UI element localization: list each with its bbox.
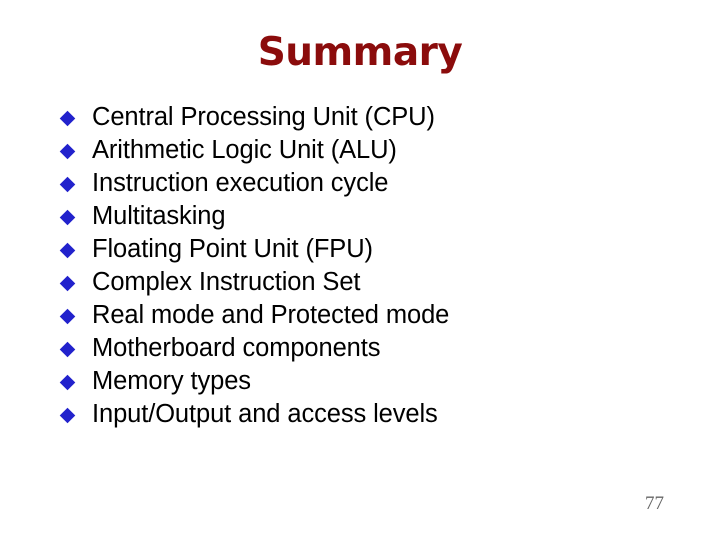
list-item: Memory types [59,365,660,398]
list-item-label: Memory types [92,367,251,395]
list-item: Complex Instruction Set [59,266,660,299]
diamond-bullet-icon [59,341,76,357]
slide-title: Summary [257,30,463,75]
diamond-bullet-icon [59,110,76,126]
list-item-label: Complex Instruction Set [92,268,361,296]
list-item-label: Instruction execution cycle [92,169,389,197]
list-item: Multitasking [59,200,660,233]
page-number: 77 [645,493,664,514]
diamond-bullet-icon [59,275,76,291]
list-item-label: Central Processing Unit (CPU) [92,103,435,131]
list-item-label: Input/Output and access levels [92,400,438,428]
list-item: Floating Point Unit (FPU) [59,233,660,266]
diamond-bullet-icon [59,176,76,192]
list-item: Central Processing Unit (CPU) [59,101,660,134]
list-item-label: Arithmetic Logic Unit (ALU) [92,136,397,164]
diamond-bullet-icon [59,407,76,423]
list-item: Motherboard components [59,332,660,365]
list-item: Input/Output and access levels [59,398,660,431]
list-item-label: Floating Point Unit (FPU) [92,235,373,263]
list-item-label: Motherboard components [92,334,381,362]
diamond-bullet-icon [59,374,76,390]
summary-bullet-list: Central Processing Unit (CPU) Arithmetic… [59,101,660,431]
list-item: Instruction execution cycle [59,167,660,200]
diamond-bullet-icon [59,308,76,324]
list-item-label: Multitasking [92,202,226,230]
presentation-slide: Summary Central Processing Unit (CPU) Ar… [0,0,720,540]
diamond-bullet-icon [59,242,76,258]
diamond-bullet-icon [59,209,76,225]
list-item: Arithmetic Logic Unit (ALU) [59,134,660,167]
diamond-bullet-icon [59,143,76,159]
list-item-label: Real mode and Protected mode [92,301,450,329]
list-item: Real mode and Protected mode [59,299,660,332]
